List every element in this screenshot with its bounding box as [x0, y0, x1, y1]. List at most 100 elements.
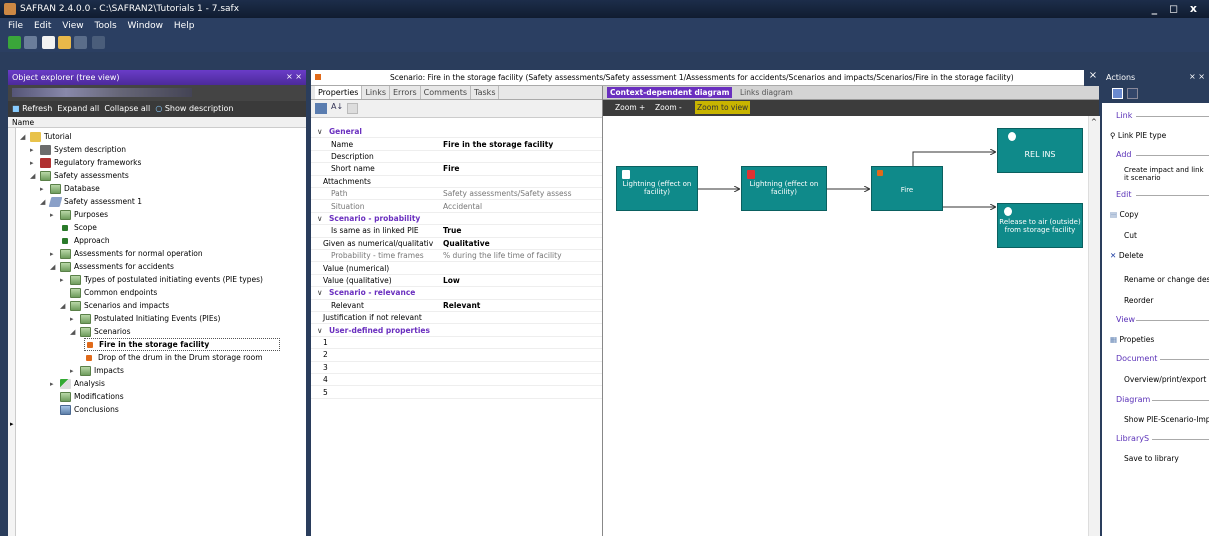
collapse-icon[interactable]: ∨ [317, 214, 323, 223]
property-row[interactable]: 3 [311, 362, 602, 374]
menu-view[interactable]: View [62, 21, 83, 31]
property-row[interactable]: Justification if not relevant [311, 312, 602, 325]
expand-icon[interactable]: ▸ [40, 185, 50, 193]
info-icon[interactable]: ○ [155, 104, 162, 113]
tab-links[interactable]: Links [362, 86, 390, 99]
property-category[interactable]: ∨ Scenario - relevance [311, 287, 602, 300]
refresh-icon[interactable]: ■ [12, 104, 20, 113]
property-value[interactable]: Low [443, 276, 602, 285]
property-row[interactable]: 1 [311, 337, 602, 350]
collapse-icon[interactable]: ∨ [317, 326, 323, 335]
property-value[interactable]: Relevant [443, 301, 602, 310]
tree-item[interactable]: ▸ Regulatory frameworks [30, 156, 141, 169]
tree-item[interactable]: ◢ Scenarios [70, 325, 131, 338]
cut-action[interactable]: Cut [1124, 231, 1137, 240]
property-value[interactable]: True [443, 226, 602, 235]
link-pie-type-action[interactable]: ⚲ Link PIE type [1110, 131, 1166, 140]
tree-item[interactable]: ◢ Assessments for accidents [50, 260, 174, 273]
menu-edit[interactable]: Edit [34, 21, 51, 31]
tree-item[interactable]: ◢ Safety assessment 1 [40, 195, 142, 208]
tree-item[interactable]: Conclusions [60, 403, 119, 416]
property-value[interactable]: Safety assessments/Safety assess [443, 189, 602, 198]
open-icon[interactable] [58, 36, 71, 49]
tree-item[interactable]: ▸ Database [40, 182, 100, 195]
tree-item[interactable]: Modifications [60, 390, 124, 403]
tree-item[interactable]: Approach [60, 234, 110, 247]
collapse-icon[interactable]: ◢ [20, 133, 30, 141]
property-category[interactable]: ∨ General [311, 126, 602, 139]
property-row[interactable]: Description [311, 151, 602, 164]
diagram-node-pie-type[interactable]: Lightning (effect on facility) [741, 166, 827, 211]
property-row[interactable]: Path Safety assessments/Safety assess [311, 188, 602, 201]
menu-window[interactable]: Window [128, 21, 164, 31]
reorder-action[interactable]: Reorder [1124, 296, 1154, 305]
save-icon[interactable] [74, 36, 87, 49]
collapse-icon[interactable]: ◢ [70, 328, 80, 336]
property-row[interactable]: 4 [311, 374, 602, 387]
tree-item[interactable]: ▸ Assessments for normal operation [50, 247, 203, 260]
create-impact-action[interactable]: Create impact and link it scenario [1124, 166, 1209, 182]
property-row[interactable]: Situation Accidental [311, 200, 602, 213]
property-row[interactable]: Probability - time frames % during the li… [311, 250, 602, 263]
diagram-node-impact-2[interactable]: Release to air (outside) from storage fa… [997, 203, 1083, 248]
property-value[interactable]: % during the life time of facility [443, 251, 602, 260]
property-row[interactable]: Short name Fire [311, 163, 602, 176]
expand-icon[interactable]: ▸ [50, 211, 60, 219]
diagram-scrollbar[interactable]: ^ [1088, 116, 1100, 536]
tree-item[interactable]: ▸ Impacts [70, 364, 124, 377]
show-description-button[interactable]: Show description [165, 104, 234, 113]
tab-properties[interactable]: Properties [315, 86, 363, 99]
undo-icon[interactable] [92, 36, 105, 49]
tree-item[interactable]: ▸ Purposes [50, 208, 108, 221]
collapse-icon[interactable]: ∨ [317, 288, 323, 297]
pin-close-icon[interactable]: ⨯ × [286, 72, 302, 81]
close-document-icon[interactable]: × [1084, 70, 1102, 86]
tree-item[interactable]: Drop of the drum in the Drum storage roo… [84, 351, 263, 364]
show-diagram-action[interactable]: Show PIE-Scenario-Impa [1124, 415, 1209, 424]
properties-action[interactable]: ▦ Propeties [1110, 335, 1154, 344]
property-value[interactable]: Fire [443, 164, 602, 173]
delete-action[interactable]: ✕ Delete [1110, 251, 1144, 260]
property-row[interactable]: Is same as in linked PIE True [311, 225, 602, 238]
expand-icon[interactable]: ▸ [60, 276, 70, 284]
zoom-to-view-button[interactable]: Zoom to view [695, 101, 751, 114]
property-row[interactable]: Name Fire in the storage facility [311, 138, 602, 151]
expand-icon[interactable]: ▸ [30, 159, 40, 167]
tab-tasks[interactable]: Tasks [471, 86, 500, 99]
tab-links-diagram[interactable]: Links diagram [740, 88, 793, 97]
sort-icon[interactable] [1127, 88, 1138, 99]
expand-icon[interactable]: ▸ [50, 250, 60, 258]
tree-item-selected[interactable]: Fire in the storage facility [84, 338, 280, 351]
collapse-icon[interactable]: ◢ [50, 263, 60, 271]
rename-action[interactable]: Rename or change desc [1124, 275, 1209, 284]
collapse-icon[interactable]: ◢ [60, 302, 70, 310]
tree-tool-icons[interactable] [12, 88, 192, 97]
window-controls[interactable]: _ ◻ x [1152, 2, 1201, 15]
property-value[interactable]: Accidental [443, 202, 602, 211]
document-tab[interactable]: Scenario: Fire in the storage facility (… [311, 70, 1099, 86]
tree-item[interactable]: ◢ Safety assessments [30, 169, 129, 182]
expand-icon[interactable]: ▸ [50, 380, 60, 388]
tree-item[interactable]: ◢ Tutorial [20, 130, 72, 143]
actions-view-icon[interactable] [1112, 88, 1123, 99]
save-to-library-action[interactable]: Save to library [1124, 454, 1179, 463]
sort-az-icon[interactable]: A↓ [331, 102, 343, 111]
expand-icon[interactable]: ▸ [30, 146, 40, 154]
expand-icon[interactable]: ▸ [70, 367, 80, 375]
tree-item[interactable]: ▸ Analysis [50, 377, 105, 390]
tab-comments[interactable]: Comments [421, 86, 472, 99]
tree-item[interactable]: ◢ Scenarios and impacts [60, 299, 169, 312]
tree-item[interactable]: ▸ System description [30, 143, 126, 156]
collapse-icon[interactable]: ∨ [317, 127, 323, 136]
new-icon[interactable] [42, 36, 55, 49]
property-row[interactable]: Value (qualitative) Low [311, 275, 602, 288]
property-value[interactable]: Fire in the storage facility [443, 140, 602, 149]
tree-item[interactable]: Common endpoints [70, 286, 157, 299]
property-category[interactable]: ∨ User-defined properties [311, 324, 602, 337]
tree-item[interactable]: ▸ Types of postulated initiating events (… [60, 273, 263, 286]
back-icon[interactable] [8, 36, 21, 49]
property-row[interactable]: Given as numerical/qualitativ Qualitative [311, 238, 602, 250]
tree-item[interactable]: Scope [60, 221, 97, 234]
menu-help[interactable]: Help [174, 21, 195, 31]
pin-close-icon[interactable]: ⨯ × [1189, 72, 1205, 81]
